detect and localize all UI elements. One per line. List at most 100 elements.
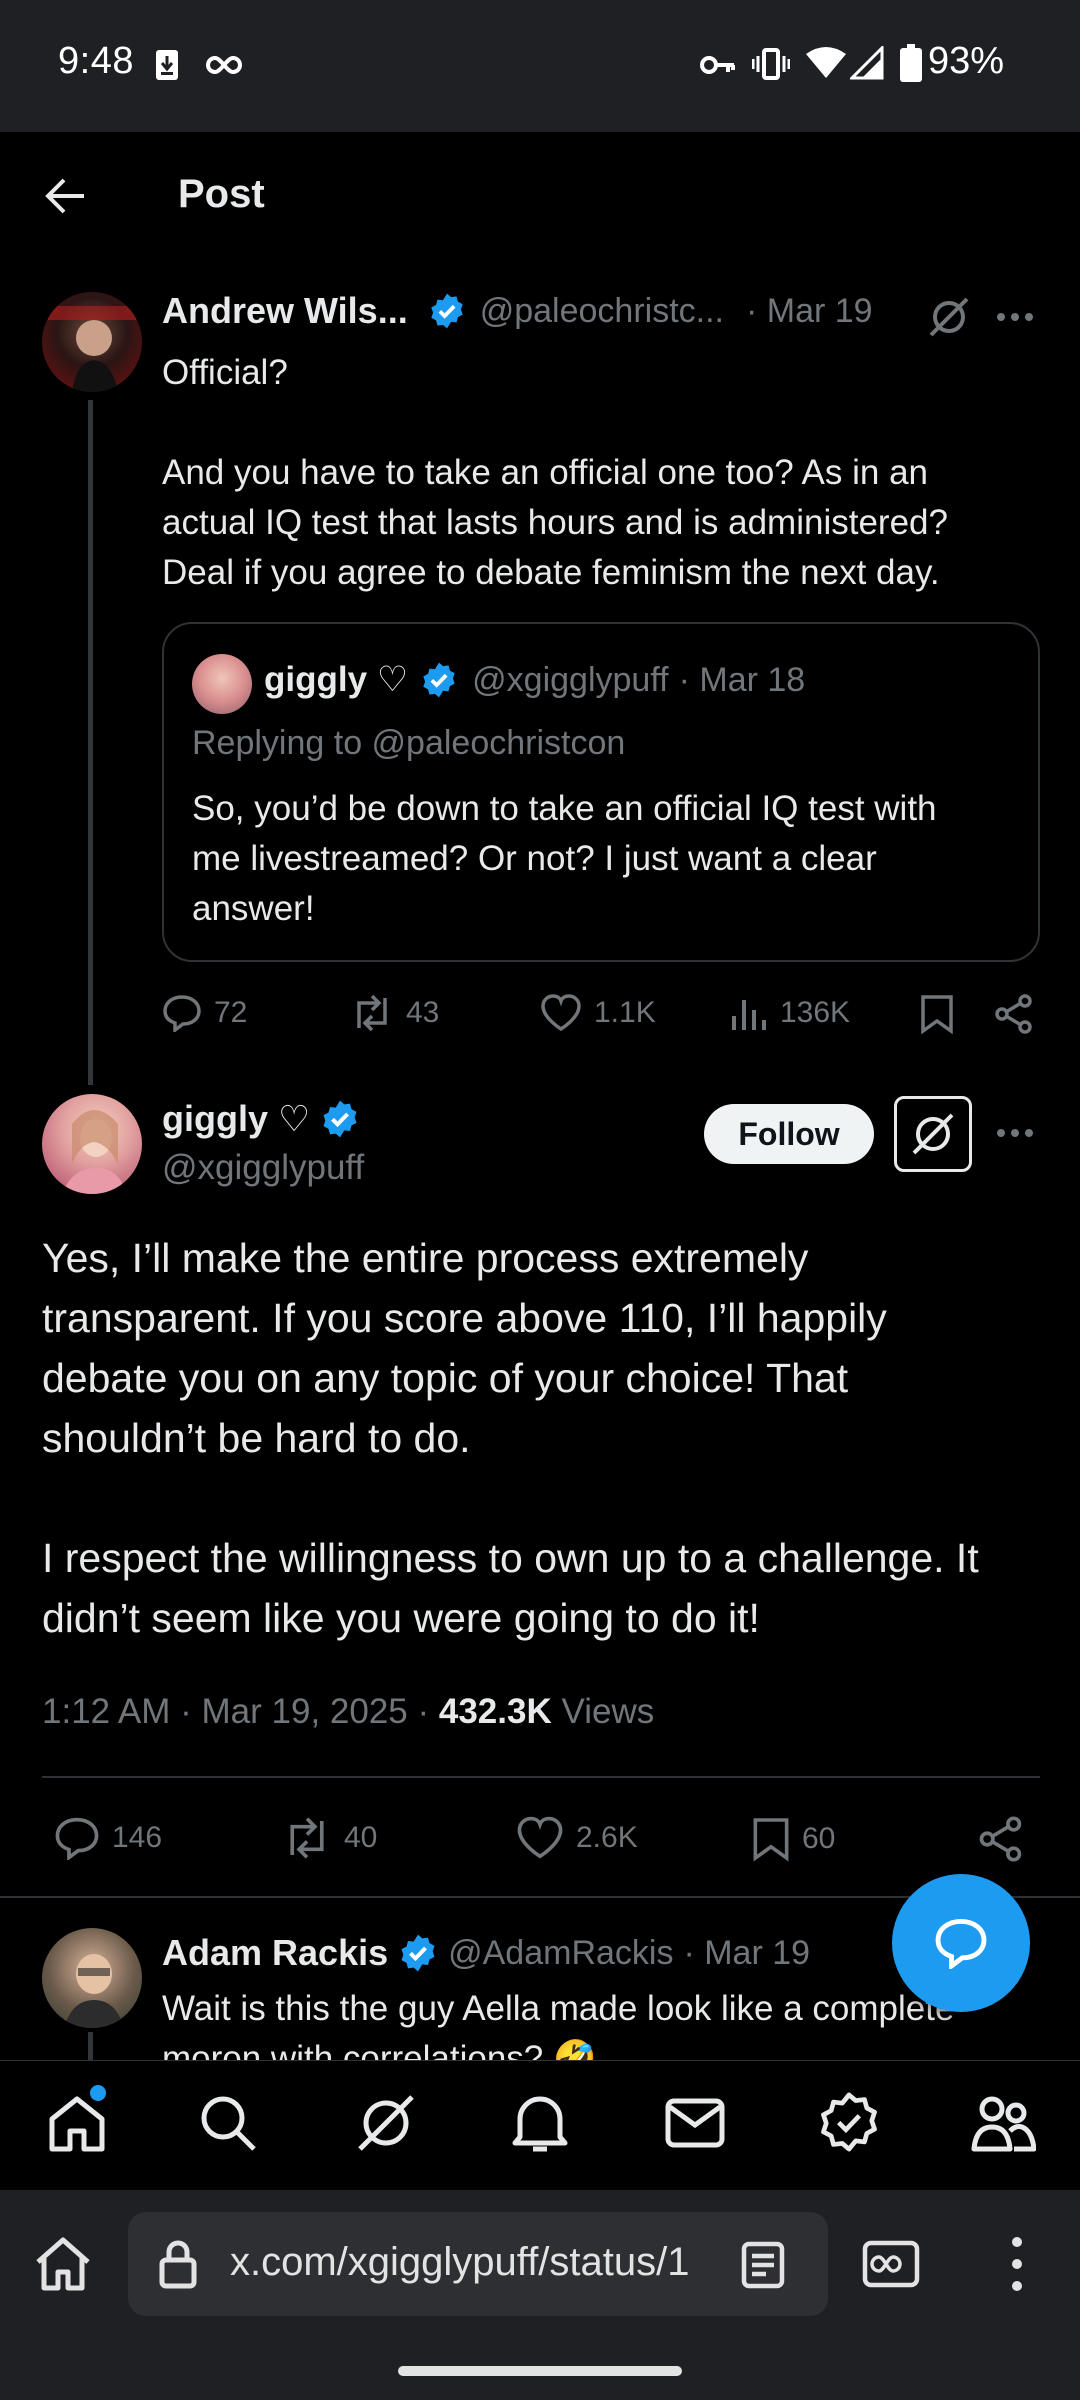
communities-icon[interactable] <box>970 2091 1036 2153</box>
like-button[interactable]: 2.6K <box>516 1816 638 1860</box>
reply-bubble-icon <box>935 1918 987 1969</box>
url-text[interactable]: x.com/xgigglypuff/status/1 <box>230 2240 700 2285</box>
messages-envelope-icon[interactable] <box>664 2097 726 2149</box>
reply-fab[interactable] <box>892 1874 1030 2012</box>
verified-orgs-icon[interactable] <box>818 2091 880 2153</box>
heart-icon <box>541 994 581 1032</box>
notifications-bell-icon[interactable] <box>510 2091 570 2155</box>
bottom-navigation <box>0 2060 1080 2190</box>
post-header: Andrew Wils... @paleochristc... · Mar 19 <box>162 290 873 332</box>
reply-text: Wait is this the guy Aella made look lik… <box>162 1989 955 2060</box>
browser-home-icon[interactable] <box>34 2236 92 2292</box>
quote-handle: @xgigglypuff <box>472 660 669 699</box>
post-date[interactable]: · Mar 19 <box>746 292 873 331</box>
heart-icon <box>517 1816 563 1859</box>
url-bar[interactable]: x.com/xgigglypuff/status/1 <box>128 2212 828 2316</box>
status-bar: 9:48 93% <box>0 0 1080 132</box>
repost-count: 43 <box>406 996 440 1029</box>
post-timestamp: 1:12 AM · Mar 19, 2025 · 432.3K Views <box>42 1692 655 1731</box>
author-name[interactable]: giggly ♡ <box>162 1098 310 1140</box>
share-icon[interactable] <box>978 1816 1024 1862</box>
post-date[interactable]: · Mar 19 <box>683 1934 810 1973</box>
avatar[interactable] <box>42 292 142 392</box>
reply-count: 146 <box>112 1821 163 1854</box>
quote-date: · Mar 18 <box>678 660 806 699</box>
status-time: 9:48 <box>58 40 134 82</box>
gesture-handle[interactable] <box>398 2366 682 2376</box>
home-icon[interactable] <box>46 2093 108 2155</box>
signal-icon <box>850 46 884 80</box>
quote-card[interactable]: giggly ♡ @xgigglypuff · Mar 18 Replying … <box>162 622 1040 962</box>
reply-icon <box>163 995 201 1032</box>
reply-icon <box>55 1817 99 1860</box>
vibrate-icon <box>752 46 790 82</box>
infinity-icon <box>206 54 242 76</box>
verified-badge-icon <box>428 292 466 330</box>
author-name[interactable]: Adam Rackis <box>162 1932 388 1974</box>
notification-dot <box>90 2085 106 2101</box>
thread-line <box>88 400 93 1085</box>
verified-badge-icon <box>320 1099 360 1139</box>
avatar[interactable] <box>42 1928 142 2028</box>
search-icon[interactable] <box>198 2093 258 2153</box>
grok-icon[interactable] <box>928 296 970 338</box>
like-count: 2.6K <box>576 1821 638 1854</box>
reply-button[interactable]: 146 <box>54 1816 162 1860</box>
more-options-icon[interactable] <box>996 1128 1034 1138</box>
reader-mode-icon[interactable] <box>740 2240 786 2290</box>
author-handle[interactable]: @paleochristc... <box>480 292 724 331</box>
repost-count: 40 <box>344 1821 378 1854</box>
thread-line <box>88 2032 93 2060</box>
follow-button[interactable]: Follow <box>704 1104 874 1164</box>
more-options-icon[interactable] <box>996 312 1034 322</box>
analytics-icon <box>732 1000 766 1030</box>
share-icon[interactable] <box>994 994 1034 1034</box>
repost-icon <box>357 994 387 1032</box>
like-button[interactable]: 1.1K <box>540 994 656 1032</box>
download-icon <box>154 48 180 82</box>
wifi-icon <box>806 46 846 80</box>
repost-button[interactable]: 43 <box>350 994 439 1032</box>
author-name[interactable]: Andrew Wils... <box>162 290 408 332</box>
browser-toolbar: x.com/xgigglypuff/status/1 <box>0 2190 1080 2400</box>
lock-icon <box>158 2238 198 2290</box>
page-header: Post <box>0 132 1080 262</box>
reply-header: Adam Rackis @AdamRackis · Mar 19 <box>162 1932 810 1974</box>
repost-icon <box>290 1817 324 1859</box>
grok-button[interactable] <box>894 1096 972 1172</box>
verified-badge-icon <box>420 661 458 699</box>
vpn-key-icon <box>700 52 736 78</box>
view-count: 136K <box>780 996 851 1029</box>
author-handle[interactable]: @AdamRackis <box>448 1934 673 1973</box>
post-author: giggly ♡ <box>162 1098 360 1140</box>
grok-icon <box>912 1113 954 1155</box>
verified-badge-icon <box>398 1933 438 1973</box>
avatar[interactable] <box>42 1094 142 1194</box>
quote-header: giggly ♡ @xgigglypuff · Mar 18 <box>264 660 805 700</box>
author-handle[interactable]: @xgigglypuff <box>162 1148 364 1188</box>
like-count: 1.1K <box>594 996 656 1029</box>
views-button[interactable]: 136K <box>730 994 850 1032</box>
bookmark-button[interactable]: 60 <box>752 1816 835 1862</box>
page-title: Post <box>178 172 265 216</box>
bookmark-icon[interactable] <box>920 994 954 1034</box>
post-text: Yes, I’ll make the entire process extrem… <box>42 1235 979 1641</box>
reply-button[interactable]: 72 <box>162 994 247 1032</box>
battery-percentage: 93% <box>927 40 1004 82</box>
quote-author-name: giggly ♡ <box>264 660 409 699</box>
avatar <box>192 654 252 714</box>
divider <box>42 1776 1040 1778</box>
grok-icon[interactable] <box>354 2091 418 2155</box>
bookmark-icon <box>753 1818 789 1862</box>
views-count: 432.3K <box>438 1692 552 1731</box>
repost-button[interactable]: 40 <box>282 1816 377 1860</box>
overflow-menu-icon[interactable] <box>1012 2236 1022 2292</box>
battery-icon <box>900 44 922 82</box>
replying-to: Replying to @paleochristcon <box>192 724 626 762</box>
bookmark-count: 60 <box>802 1822 836 1855</box>
reply-count: 72 <box>214 996 248 1029</box>
back-arrow-icon[interactable] <box>44 176 86 216</box>
post-text: Official? And you have to take an offici… <box>162 353 948 592</box>
quote-text: So, you’d be down to take an official IQ… <box>192 789 937 928</box>
incognito-tabs-icon[interactable] <box>862 2240 920 2288</box>
